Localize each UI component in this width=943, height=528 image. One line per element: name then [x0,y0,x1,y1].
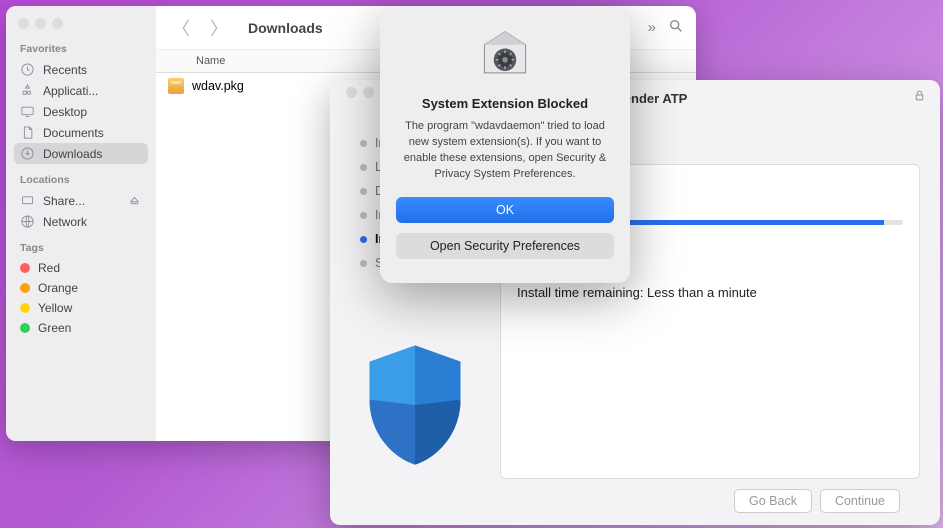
open-security-preferences-button[interactable]: Open Security Preferences [396,233,614,259]
tag-dot-icon [20,303,30,313]
package-icon [168,78,184,94]
sidebar-tag-green[interactable]: Green [14,318,148,338]
tag-dot-icon [20,263,30,273]
minimize-icon[interactable] [35,18,46,29]
sidebar-item-desktop[interactable]: Desktop [14,101,148,122]
defender-shield-icon [360,340,470,470]
search-icon[interactable] [668,18,684,38]
desktop-icon [20,104,35,119]
sidebar-item-label: Applicati... [43,84,98,98]
zoom-icon[interactable] [52,18,63,29]
ok-button[interactable]: OK [396,197,614,223]
lock-icon[interactable] [913,88,926,108]
sidebar-item-label: Network [43,215,87,229]
finder-sidebar: Favorites Recents Applicati... Desktop D… [6,6,156,441]
sidebar-item-label: Orange [38,281,78,295]
sidebar-tag-yellow[interactable]: Yellow [14,298,148,318]
sidebar-item-label: Yellow [38,301,72,315]
security-vault-icon [475,26,535,86]
sidebar-item-documents[interactable]: Documents [14,122,148,143]
downloads-icon [20,146,35,161]
sidebar-item-label: Desktop [43,105,87,119]
tag-dot-icon [20,283,30,293]
sidebar-item-label: Downloads [43,147,102,161]
sidebar-item-network[interactable]: Network [14,211,148,232]
continue-button[interactable]: Continue [820,489,900,513]
tags-heading: Tags [20,242,148,254]
close-icon[interactable] [18,18,29,29]
globe-icon [20,214,35,229]
sidebar-item-label: Documents [43,126,104,140]
sidebar-item-downloads[interactable]: Downloads [14,143,148,164]
sidebar-item-recents[interactable]: Recents [14,59,148,80]
system-extension-blocked-alert: System Extension Blocked The program "wd… [380,6,630,283]
tag-dot-icon [20,323,30,333]
sidebar-item-label: Share... [43,194,85,208]
window-traffic-lights[interactable] [18,18,148,29]
install-eta: Install time remaining: Less than a minu… [517,285,903,300]
locations-heading: Locations [20,174,148,186]
sidebar-item-label: Green [38,321,71,335]
alert-title: System Extension Blocked [396,96,614,111]
finder-title: Downloads [248,20,323,36]
sidebar-item-label: Red [38,261,60,275]
sidebar-tag-red[interactable]: Red [14,258,148,278]
eject-icon[interactable] [127,193,142,208]
apps-icon [20,83,35,98]
file-name: wdav.pkg [192,79,244,93]
forward-button[interactable]: 〉 [206,15,232,41]
display-icon [20,193,35,208]
document-icon [20,125,35,140]
favorites-heading: Favorites [20,43,148,55]
sidebar-item-shared[interactable]: Share... [14,190,148,211]
clock-icon [20,62,35,77]
sidebar-tag-orange[interactable]: Orange [14,278,148,298]
go-back-button[interactable]: Go Back [734,489,812,513]
sidebar-item-applications[interactable]: Applicati... [14,80,148,101]
more-icon[interactable]: » [648,19,656,36]
installer-buttons: Go Back Continue [500,479,920,513]
alert-message: The program "wdavdaemon" tried to load n… [396,119,614,183]
sidebar-item-label: Recents [43,63,87,77]
back-button[interactable]: 〈 [168,15,194,41]
